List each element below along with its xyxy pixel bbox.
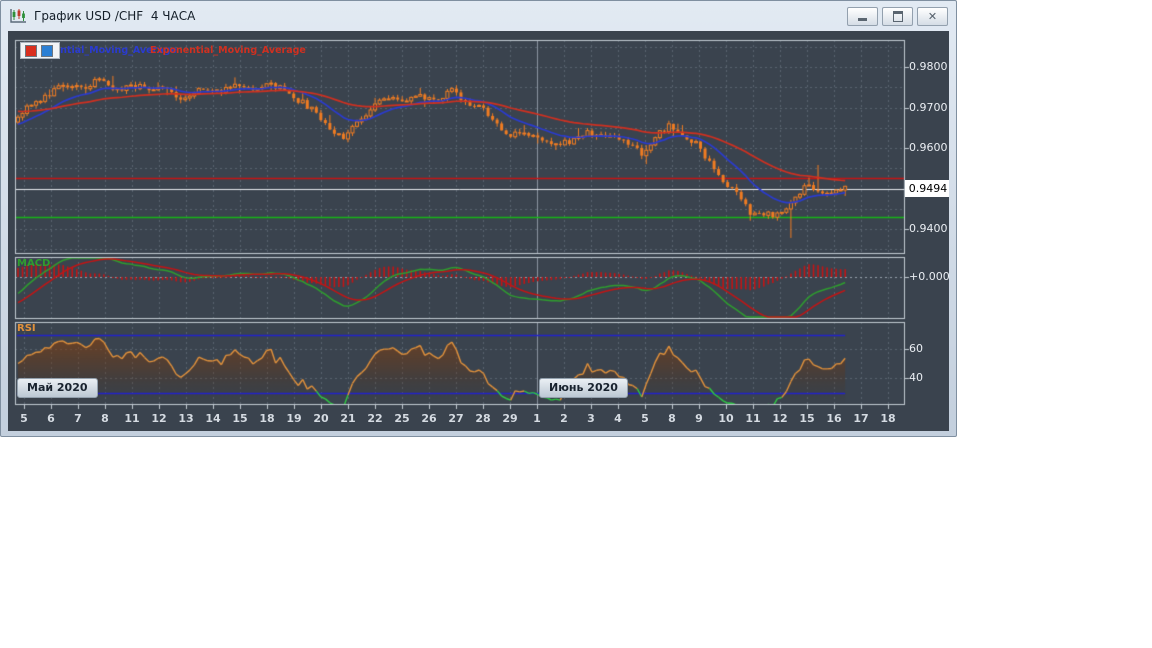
price-chart-canvas[interactable]	[8, 31, 949, 431]
rsi-axis-label: 40	[909, 371, 923, 384]
window-titlebar[interactable]: График USD /CHF 4 ЧАСА ✕	[1, 1, 956, 31]
x-axis-label: 10	[713, 412, 739, 425]
current-price-badge: 0.9494	[905, 180, 949, 197]
macd-zero-tick-label: +0.000	[909, 270, 949, 283]
x-axis-label: 11	[119, 412, 145, 425]
x-axis-label: 11	[740, 412, 766, 425]
x-axis-label: 27	[443, 412, 469, 425]
x-axis-label: 20	[308, 412, 334, 425]
rsi-panel-label: RSI	[17, 323, 36, 334]
month-marker: Май 2020	[17, 378, 98, 398]
price-axis-label: 0.9600	[909, 141, 948, 154]
x-axis-label: 29	[497, 412, 523, 425]
x-axis-label: 26	[416, 412, 442, 425]
x-axis-label: 17	[848, 412, 874, 425]
x-axis-label: 4	[605, 412, 631, 425]
x-axis-label: 19	[281, 412, 307, 425]
x-axis-label: 18	[254, 412, 280, 425]
restore-icon	[893, 11, 903, 22]
x-axis-label: 21	[335, 412, 361, 425]
x-axis-label: 18	[875, 412, 901, 425]
x-axis-label: 3	[578, 412, 604, 425]
restore-button[interactable]	[882, 7, 913, 26]
x-axis-label: 7	[65, 412, 91, 425]
legend-color-box[interactable]	[20, 42, 60, 59]
price-axis-label: 0.9700	[909, 101, 948, 114]
x-axis-label: 15	[794, 412, 820, 425]
window-controls: ✕	[847, 7, 950, 26]
x-axis-label: 15	[227, 412, 253, 425]
ma-slow-color-chip	[25, 45, 37, 57]
macd-panel-label: MACD	[17, 258, 50, 269]
window-title: График USD /CHF 4 ЧАСА	[34, 9, 195, 23]
close-button[interactable]: ✕	[917, 7, 948, 26]
x-axis-label: 9	[686, 412, 712, 425]
x-axis-label: 5	[632, 412, 658, 425]
x-axis-label: 8	[659, 412, 685, 425]
candlestick-chart-icon	[9, 8, 27, 24]
minimize-icon	[858, 18, 867, 21]
x-axis-label: 2	[551, 412, 577, 425]
month-marker: Июнь 2020	[539, 378, 628, 398]
desktop: График USD /CHF 4 ЧАСА ✕ Exponential_Mov…	[0, 0, 1152, 648]
minimize-button[interactable]	[847, 7, 878, 26]
x-axis-label: 14	[200, 412, 226, 425]
x-axis-label: 8	[92, 412, 118, 425]
price-axis-label: 0.9800	[909, 60, 948, 73]
rsi-axis-label: 60	[909, 342, 923, 355]
x-axis-label: 28	[470, 412, 496, 425]
chart-client-area: Exponential_Moving_Average Exponential_M…	[8, 31, 949, 431]
x-axis-label: 1	[524, 412, 550, 425]
x-axis-label: 16	[821, 412, 847, 425]
x-axis-label: 22	[362, 412, 388, 425]
x-axis-label: 25	[389, 412, 415, 425]
x-axis-label: 12	[146, 412, 172, 425]
x-axis-label: 5	[11, 412, 37, 425]
close-icon: ✕	[928, 11, 937, 22]
chart-window: График USD /CHF 4 ЧАСА ✕ Exponential_Mov…	[0, 0, 957, 437]
ma-fast-color-chip	[41, 45, 53, 57]
x-axis-label: 6	[38, 412, 64, 425]
ma-slow-legend-label: Exponential_Moving_Average	[150, 45, 306, 56]
price-axis-label: 0.9400	[909, 222, 948, 235]
x-axis-label: 12	[767, 412, 793, 425]
x-axis-label: 13	[173, 412, 199, 425]
